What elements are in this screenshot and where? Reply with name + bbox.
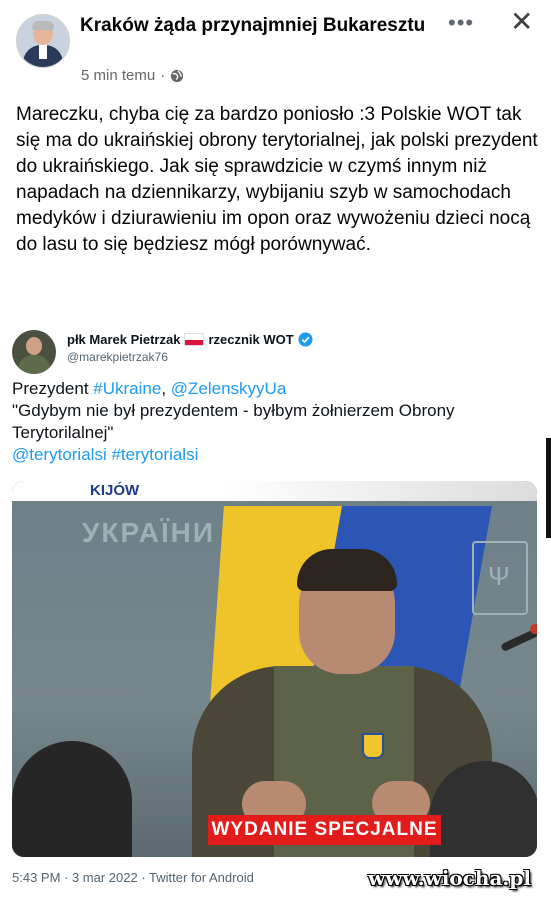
- hashtag-ukraine[interactable]: #Ukraine: [93, 379, 161, 398]
- tweet-avatar-body: [18, 355, 50, 374]
- tweet-line-1: Prezydent #Ukraine, @ZelenskyyUa: [12, 378, 542, 400]
- special-edition-banner: WYDANIE SPECJALNE: [208, 815, 441, 845]
- location-label: KIJÓW: [90, 482, 140, 499]
- tweet-line1-sep: ,: [161, 379, 171, 398]
- trident-emblem: Ψ: [472, 541, 528, 615]
- post-header: Kraków żąda przynajmniej Bukaresztu 5 mi…: [0, 0, 551, 92]
- tweet-handle[interactable]: @marekpietrzak76: [67, 350, 168, 364]
- tweet-line1-prefix: Prezydent: [12, 379, 94, 398]
- globe-icon: [171, 69, 184, 82]
- tweet-author-role: rzecznik WOT: [208, 332, 294, 347]
- verified-badge-icon: [298, 332, 313, 347]
- close-icon[interactable]: ✕: [510, 8, 533, 36]
- flag-patch: [362, 733, 384, 759]
- tweet-footer: 5:43 PM · 3 mar 2022 · Twitter for Andro…: [12, 870, 254, 885]
- audience-head-left: [12, 741, 132, 857]
- post-text: Mareczku, chyba cię za bardzo poniosło :…: [16, 104, 538, 255]
- tweet-tags[interactable]: @terytorialsi #terytorialsi: [12, 444, 542, 466]
- tweet-avatar-head: [26, 337, 42, 355]
- site-watermark: www.wiocha.pl: [368, 866, 531, 890]
- tweet-avatar[interactable]: [12, 330, 56, 374]
- media-wall-text: УКРАЇНИ: [82, 517, 216, 548]
- poland-flag-icon: [184, 333, 205, 346]
- tweet-quote: "Gdybym nie był prezydentem - byłbym żoł…: [12, 401, 455, 442]
- scroll-edge-bar: [546, 438, 551, 538]
- speaker-hair: [297, 549, 397, 591]
- post-meta: 5 min temu ·: [81, 67, 184, 84]
- microphone-head: [530, 624, 537, 634]
- meta-separator: ·: [160, 67, 166, 84]
- tweet-text: Prezydent #Ukraine, @ZelenskyyUa "Gdybym…: [12, 378, 542, 466]
- avatar-hair: [32, 21, 54, 30]
- tweet-media-image[interactable]: УКРАЇНИ Ψ KIJÓW WYDANIE SPECJALNE: [12, 481, 537, 857]
- avatar-shirt: [39, 45, 47, 59]
- group-name[interactable]: Kraków żąda przynajmniej Bukaresztu: [80, 14, 440, 38]
- group-avatar[interactable]: [16, 14, 70, 68]
- more-dots-icon[interactable]: •••: [448, 10, 474, 36]
- tweet-author-name: płk Marek Pietrzak: [67, 332, 181, 347]
- tweet-author[interactable]: płk Marek Pietrzak rzecznik WOT: [67, 332, 313, 347]
- audience-head-right: [430, 761, 537, 857]
- embedded-tweet[interactable]: płk Marek Pietrzak rzecznik WOT @marekpi…: [0, 318, 551, 900]
- mention-zelenskyy[interactable]: @ZelenskyyUa: [171, 379, 287, 398]
- post-time[interactable]: 5 min temu: [81, 67, 155, 84]
